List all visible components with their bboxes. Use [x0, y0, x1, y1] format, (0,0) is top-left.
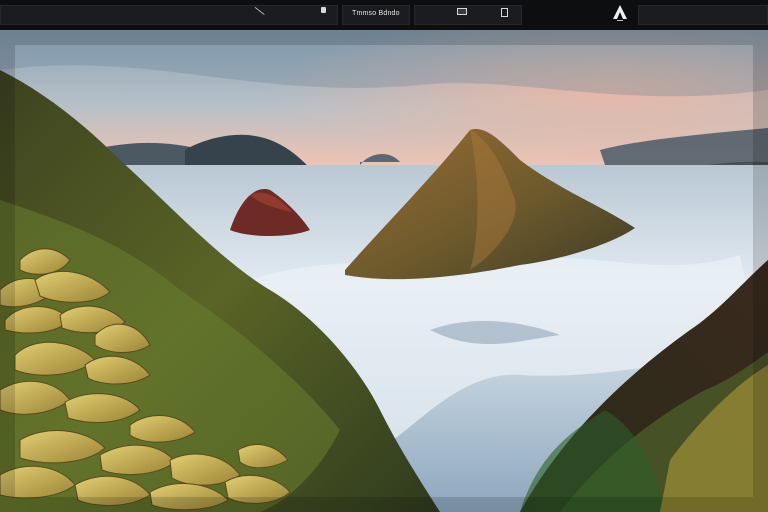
top-toolbar: ╲ Tmmso Bdndo	[0, 0, 768, 31]
app-logo-icon[interactable]	[610, 3, 630, 23]
toolbar-segment-left	[0, 5, 338, 25]
toolbar-segment-right	[638, 5, 768, 25]
image-canvas[interactable]	[0, 30, 768, 512]
bookmark-icon[interactable]	[501, 8, 508, 17]
image-icon[interactable]	[457, 8, 467, 15]
seascape-artwork	[0, 30, 768, 512]
window-title: Tmmso Bdndo	[352, 10, 400, 17]
document-icon[interactable]	[321, 7, 326, 13]
